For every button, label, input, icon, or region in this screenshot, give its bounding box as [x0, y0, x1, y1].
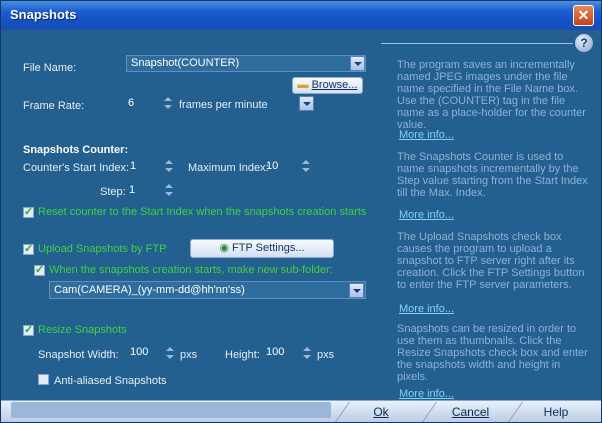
start-index-label: Counter's Start Index: — [23, 162, 130, 174]
file-name-value: Snapshot(COUNTER) — [131, 57, 240, 69]
folder-icon: ▬ — [297, 79, 309, 91]
subfolder-value: Cam(CAMERA)_(yy-mm-dd@hh'nn'ss) — [54, 284, 245, 296]
subfolder-dropdown-button[interactable] — [349, 283, 364, 298]
width-unit: pxs — [180, 349, 198, 361]
more-info-link-1[interactable]: More info... — [399, 129, 454, 141]
resize-label: Resize Snapshots — [38, 324, 127, 336]
help-label: Help — [543, 405, 569, 419]
width-value: 100 — [130, 346, 149, 358]
ok-label: Ok — [373, 405, 389, 419]
max-index-spinner[interactable] — [300, 158, 312, 175]
file-name-field[interactable]: Snapshot(COUNTER) — [126, 55, 366, 72]
cancel-button[interactable]: Cancel — [433, 403, 508, 421]
frame-rate-value: 6 — [128, 97, 135, 109]
width-spinner[interactable] — [164, 345, 176, 362]
ok-button[interactable]: Ok — [346, 403, 416, 421]
height-label: Height: — [225, 349, 260, 361]
height-spinner[interactable] — [301, 345, 313, 362]
snapshots-dialog: Snapshots ✕ ? File Name: Snapshot(COUNTE… — [0, 0, 602, 423]
max-index-label: Maximum Index: — [188, 162, 269, 174]
reset-counter-checkbox[interactable] — [23, 205, 34, 218]
subfolder-checkbox[interactable] — [34, 263, 45, 276]
max-index-value: 10 — [266, 160, 279, 172]
frame-rate-label: Frame Rate: — [23, 100, 85, 112]
title-bar: Snapshots ✕ — [1, 1, 601, 30]
help-text-counter: The Snapshots Counter is used to name sn… — [397, 151, 588, 199]
button-bar-left-panel — [11, 402, 331, 418]
browse-button[interactable]: ▬ Browse... — [292, 77, 363, 94]
close-icon: ✕ — [577, 7, 590, 23]
start-index-spinner[interactable] — [163, 158, 175, 175]
cancel-label: Cancel — [451, 405, 490, 419]
counter-heading: Snapshots Counter: — [23, 144, 129, 156]
file-name-label: File Name: — [23, 62, 77, 74]
step-value: 1 — [129, 184, 136, 196]
subfolder-field[interactable]: Cam(CAMERA)_(yy-mm-dd@hh'nn'ss) — [49, 281, 366, 299]
more-info-link-3[interactable]: More info... — [399, 303, 454, 315]
upload-ftp-checkbox[interactable] — [23, 242, 34, 255]
start-index-value: 1 — [130, 160, 137, 172]
help-text-file-name: The program saves an incrementally named… — [397, 59, 586, 131]
help-text-resize: Snapshots can be resized in order to use… — [397, 323, 588, 383]
anti-aliased-label: Anti-aliased Snapshots — [54, 375, 167, 387]
more-info-link-2[interactable]: More info... — [399, 209, 454, 221]
subfolder-label: When the snapshots creation starts, make… — [49, 264, 333, 276]
width-label: Snapshot Width: — [38, 349, 119, 361]
step-label: Step: — [100, 186, 126, 198]
file-name-dropdown-button[interactable] — [350, 56, 365, 71]
ftp-settings-label: FTP Settings... — [232, 242, 305, 254]
ftp-settings-button[interactable]: ◉ FTP Settings... — [190, 239, 334, 258]
upload-ftp-label: Upload Snapshots by FTP — [38, 243, 167, 255]
close-button[interactable]: ✕ — [573, 5, 594, 26]
help-button[interactable]: Help — [519, 403, 593, 421]
reset-counter-label: Reset counter to the Start Index when th… — [38, 206, 367, 218]
question-icon[interactable]: ? — [575, 34, 593, 52]
step-spinner[interactable] — [163, 182, 175, 199]
browse-label: Browse... — [311, 79, 358, 91]
help-divider — [381, 43, 573, 44]
anti-aliased-checkbox[interactable] — [38, 374, 49, 385]
more-info-link-4[interactable]: More info... — [399, 388, 454, 400]
help-text-ftp: The Upload Snapshots check box causes th… — [397, 231, 585, 291]
frame-rate-unit: frames per minute — [179, 99, 268, 111]
frame-rate-unit-dropdown[interactable] — [299, 96, 314, 111]
frame-rate-spinner[interactable] — [162, 95, 174, 112]
window-title: Snapshots — [10, 7, 77, 22]
height-unit: pxs — [317, 349, 335, 361]
height-value: 100 — [266, 346, 285, 358]
globe-icon: ◉ — [219, 242, 229, 254]
resize-checkbox[interactable] — [23, 323, 34, 336]
